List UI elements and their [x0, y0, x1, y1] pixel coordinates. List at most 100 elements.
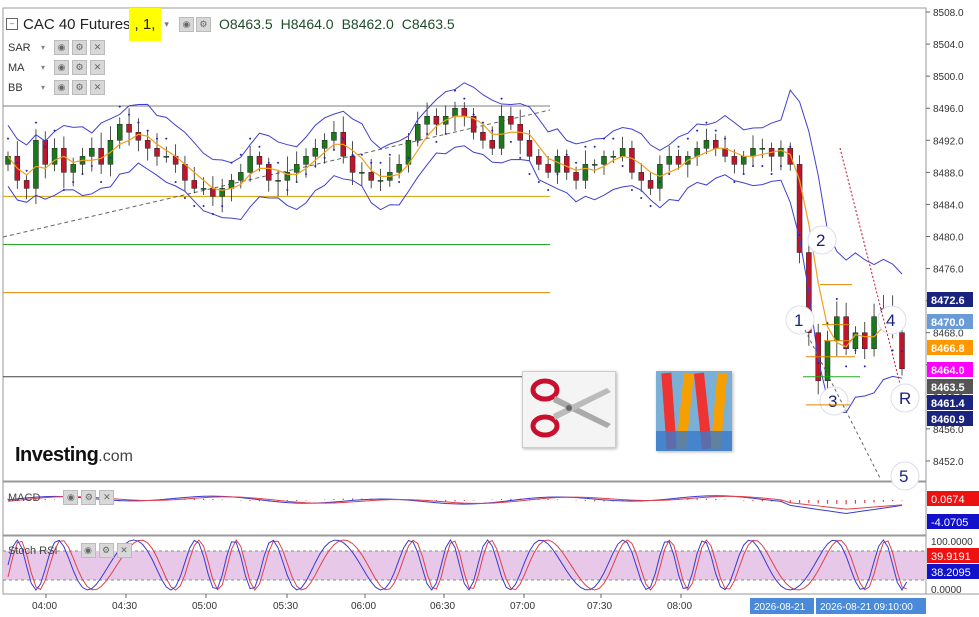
candle-body — [834, 316, 840, 341]
candle-body — [163, 156, 170, 158]
candle-body — [666, 156, 672, 165]
sar-dot — [714, 129, 717, 132]
y-tick-label: 8456.0 — [933, 425, 964, 436]
sar-dot — [388, 153, 391, 156]
sar-dot — [183, 197, 186, 200]
sar-dot — [62, 188, 65, 191]
sar-dot — [239, 153, 242, 156]
sar-dot — [25, 169, 28, 172]
sar-dot — [360, 153, 363, 156]
dropdown-icon[interactable]: ▾ — [41, 83, 45, 92]
close-icon[interactable]: ✕ — [90, 40, 106, 55]
indicator-ma[interactable]: MA ▾ ◉ ⚙ ✕ — [8, 60, 106, 75]
sar-dot — [761, 164, 764, 167]
candle-body — [312, 148, 319, 157]
sar-dot — [314, 164, 317, 167]
gear-icon[interactable]: ⚙ — [81, 490, 97, 505]
indicator-sar[interactable]: SAR ▾ ◉ ⚙ ✕ — [8, 40, 106, 55]
sar-dot — [575, 161, 578, 164]
stoch-band — [3, 551, 926, 580]
indicator-bb-label: BB — [8, 81, 23, 94]
sar-dot — [752, 164, 754, 167]
eye-icon[interactable]: ◉ — [63, 490, 79, 505]
y-tick-label: 8496.0 — [933, 104, 964, 115]
sar-dot — [230, 161, 233, 164]
eye-icon[interactable]: ◉ — [54, 40, 70, 55]
wave-label: 1 — [794, 311, 803, 330]
candle-body — [433, 115, 440, 125]
sar-dot — [696, 129, 699, 132]
candle-body — [331, 132, 337, 141]
candle-body — [349, 156, 356, 173]
dropdown-icon[interactable]: ▾ — [41, 43, 45, 52]
eye-icon[interactable]: ◉ — [178, 16, 194, 32]
sar-dot — [630, 188, 633, 191]
suspenders-image — [656, 371, 732, 451]
x-tick-label: 07:00 — [510, 601, 535, 612]
macd-tag-label: 0.0674 — [931, 494, 965, 506]
sar-dot — [770, 172, 773, 175]
sar-dot — [202, 205, 205, 208]
candle-body — [536, 156, 542, 165]
sar-dot — [649, 205, 652, 208]
sar-dot — [491, 129, 494, 132]
stoch-tag-label: 38.2095 — [931, 567, 971, 579]
stoch-y-tick: 0.0000 — [931, 585, 962, 596]
sar-dot — [705, 121, 708, 124]
macd-tag-label: -4.0705 — [931, 517, 968, 529]
interval-label[interactable]: , 1, — [128, 7, 162, 41]
close-icon[interactable]: ✕ — [90, 80, 106, 95]
candle-body — [480, 132, 486, 141]
close-icon[interactable]: ✕ — [99, 490, 115, 505]
candle-body — [117, 124, 123, 141]
y-tick-label: 8508.0 — [933, 8, 964, 19]
candle-body — [564, 156, 570, 173]
interval-dropdown-icon[interactable]: ▾ — [164, 19, 169, 30]
investing-logo: Investing.com — [15, 444, 133, 467]
sar-dot — [742, 172, 745, 175]
y-tick-label: 8488.0 — [933, 168, 964, 179]
sar-dot — [668, 172, 671, 175]
sar-dot — [342, 137, 345, 140]
x-tick-label: 04:00 — [32, 601, 57, 612]
candle-body — [871, 316, 877, 349]
candle-body — [89, 148, 95, 157]
sar-dot — [44, 145, 47, 148]
indicator-bb[interactable]: BB ▾ ◉ ⚙ ✕ — [8, 80, 106, 95]
close-icon[interactable]: ✕ — [116, 543, 132, 558]
eye-icon[interactable]: ◉ — [54, 60, 70, 75]
sar-dot — [873, 333, 876, 336]
candle-body — [573, 172, 579, 181]
sar-dot — [612, 137, 615, 140]
close-icon[interactable]: ✕ — [90, 60, 106, 75]
date-tag-label: 2026-08-21 — [754, 602, 806, 613]
x-tick-label: 06:30 — [430, 601, 455, 612]
sar-dot — [193, 205, 196, 208]
candle-body — [526, 140, 533, 157]
gear-icon[interactable]: ⚙ — [72, 60, 88, 75]
candle-body — [489, 140, 495, 149]
collapse-icon[interactable]: – — [6, 18, 18, 30]
candle-body — [359, 172, 365, 174]
candle-body — [862, 332, 868, 349]
candle-body — [238, 172, 244, 181]
sar-dot — [109, 156, 112, 159]
indicator-sar-label: SAR — [8, 41, 31, 54]
logo-suffix: .com — [98, 448, 133, 465]
candle-body — [154, 148, 160, 157]
eye-icon[interactable]: ◉ — [80, 543, 96, 558]
sar-dot — [435, 140, 438, 143]
eye-icon[interactable]: ◉ — [54, 80, 70, 95]
sar-dot — [72, 180, 75, 183]
moving-average-line — [7, 115, 903, 348]
candle-body — [23, 180, 30, 189]
dropdown-icon[interactable]: ▾ — [41, 63, 45, 72]
stoch-tag-label: 39.9191 — [931, 551, 971, 563]
y-tick-label: 8504.0 — [933, 40, 964, 51]
candle-body — [582, 164, 589, 181]
gear-icon[interactable]: ⚙ — [98, 543, 114, 558]
gear-icon[interactable]: ⚙ — [195, 16, 211, 32]
gear-icon[interactable]: ⚙ — [72, 40, 88, 55]
sar-dot — [444, 132, 447, 135]
gear-icon[interactable]: ⚙ — [72, 80, 88, 95]
